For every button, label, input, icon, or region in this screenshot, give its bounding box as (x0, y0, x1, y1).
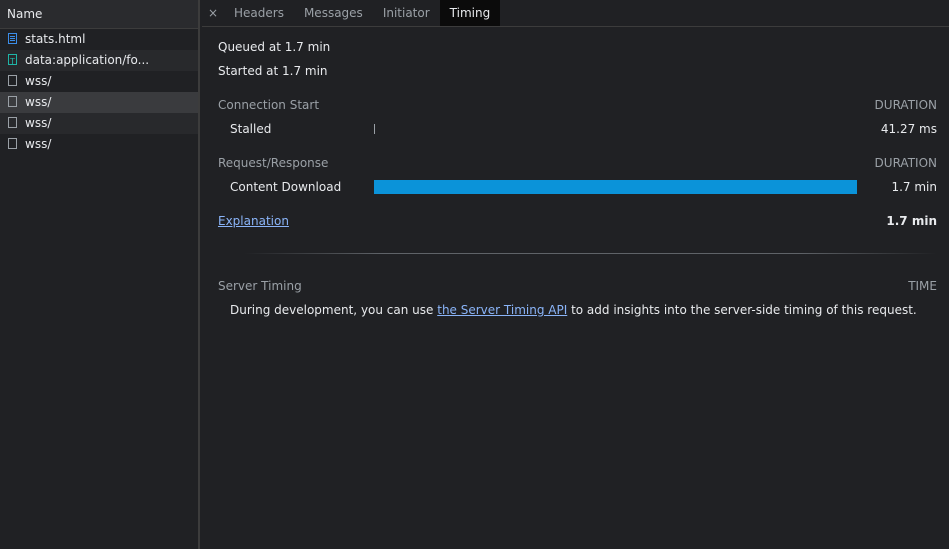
content-download-value: 1.7 min (891, 180, 937, 194)
request-row[interactable]: stats.html (0, 29, 198, 50)
close-icon[interactable]: × (202, 0, 224, 26)
section-divider (244, 253, 937, 254)
request-row-selected[interactable]: wss/ (0, 92, 198, 113)
document-icon (8, 33, 17, 44)
font-icon (8, 51, 17, 71)
blank-icon (8, 75, 17, 86)
total-duration: 1.7 min (886, 214, 937, 228)
stalled-label: Stalled (230, 122, 272, 136)
request-response-heading: Request/Response (218, 156, 329, 170)
duration-header: DURATION (874, 156, 937, 170)
started-at: Started at 1.7 min (218, 64, 328, 78)
stalled-value: 41.27 ms (880, 122, 937, 136)
request-row[interactable]: wss/ (0, 134, 198, 155)
details-panel: × Headers Messages Initiator Timing Queu… (202, 0, 949, 549)
server-timing-api-link[interactable]: the Server Timing API (437, 303, 567, 317)
request-list-panel: Name stats.html data:application/fo... w… (0, 0, 200, 549)
request-name: wss/ (25, 137, 52, 151)
blank-icon (8, 138, 17, 149)
tab-timing[interactable]: Timing (439, 0, 501, 26)
blank-icon (8, 117, 17, 128)
request-name: stats.html (25, 32, 86, 46)
details-tabbar: × Headers Messages Initiator Timing (202, 0, 949, 27)
content-download-label: Content Download (230, 180, 342, 194)
request-row[interactable]: data:application/fo... (0, 50, 198, 71)
connection-start-heading: Connection Start (218, 98, 320, 112)
content-download-bar (374, 180, 857, 194)
blank-icon (8, 96, 17, 107)
tab-initiator[interactable]: Initiator (373, 0, 440, 26)
duration-header: DURATION (874, 98, 937, 112)
explanation-link[interactable]: Explanation (218, 214, 289, 228)
tab-messages[interactable]: Messages (294, 0, 373, 26)
server-timing-heading: Server Timing (218, 279, 302, 293)
request-name: wss/ (25, 95, 52, 109)
time-header: TIME (908, 279, 937, 293)
queued-at: Queued at 1.7 min (218, 40, 331, 54)
tab-headers[interactable]: Headers (224, 0, 294, 26)
name-column-header[interactable]: Name (0, 0, 198, 29)
request-row[interactable]: wss/ (0, 71, 198, 92)
request-row[interactable]: wss/ (0, 113, 198, 134)
request-name: wss/ (25, 116, 52, 130)
server-text-before: During development, you can use (230, 303, 438, 317)
server-timing-description: During development, you can use the Serv… (230, 303, 917, 317)
stalled-bar (374, 124, 375, 134)
server-text-after: to add insights into the server-side tim… (567, 303, 917, 317)
request-name: wss/ (25, 74, 52, 88)
request-name: data:application/fo... (25, 53, 150, 67)
